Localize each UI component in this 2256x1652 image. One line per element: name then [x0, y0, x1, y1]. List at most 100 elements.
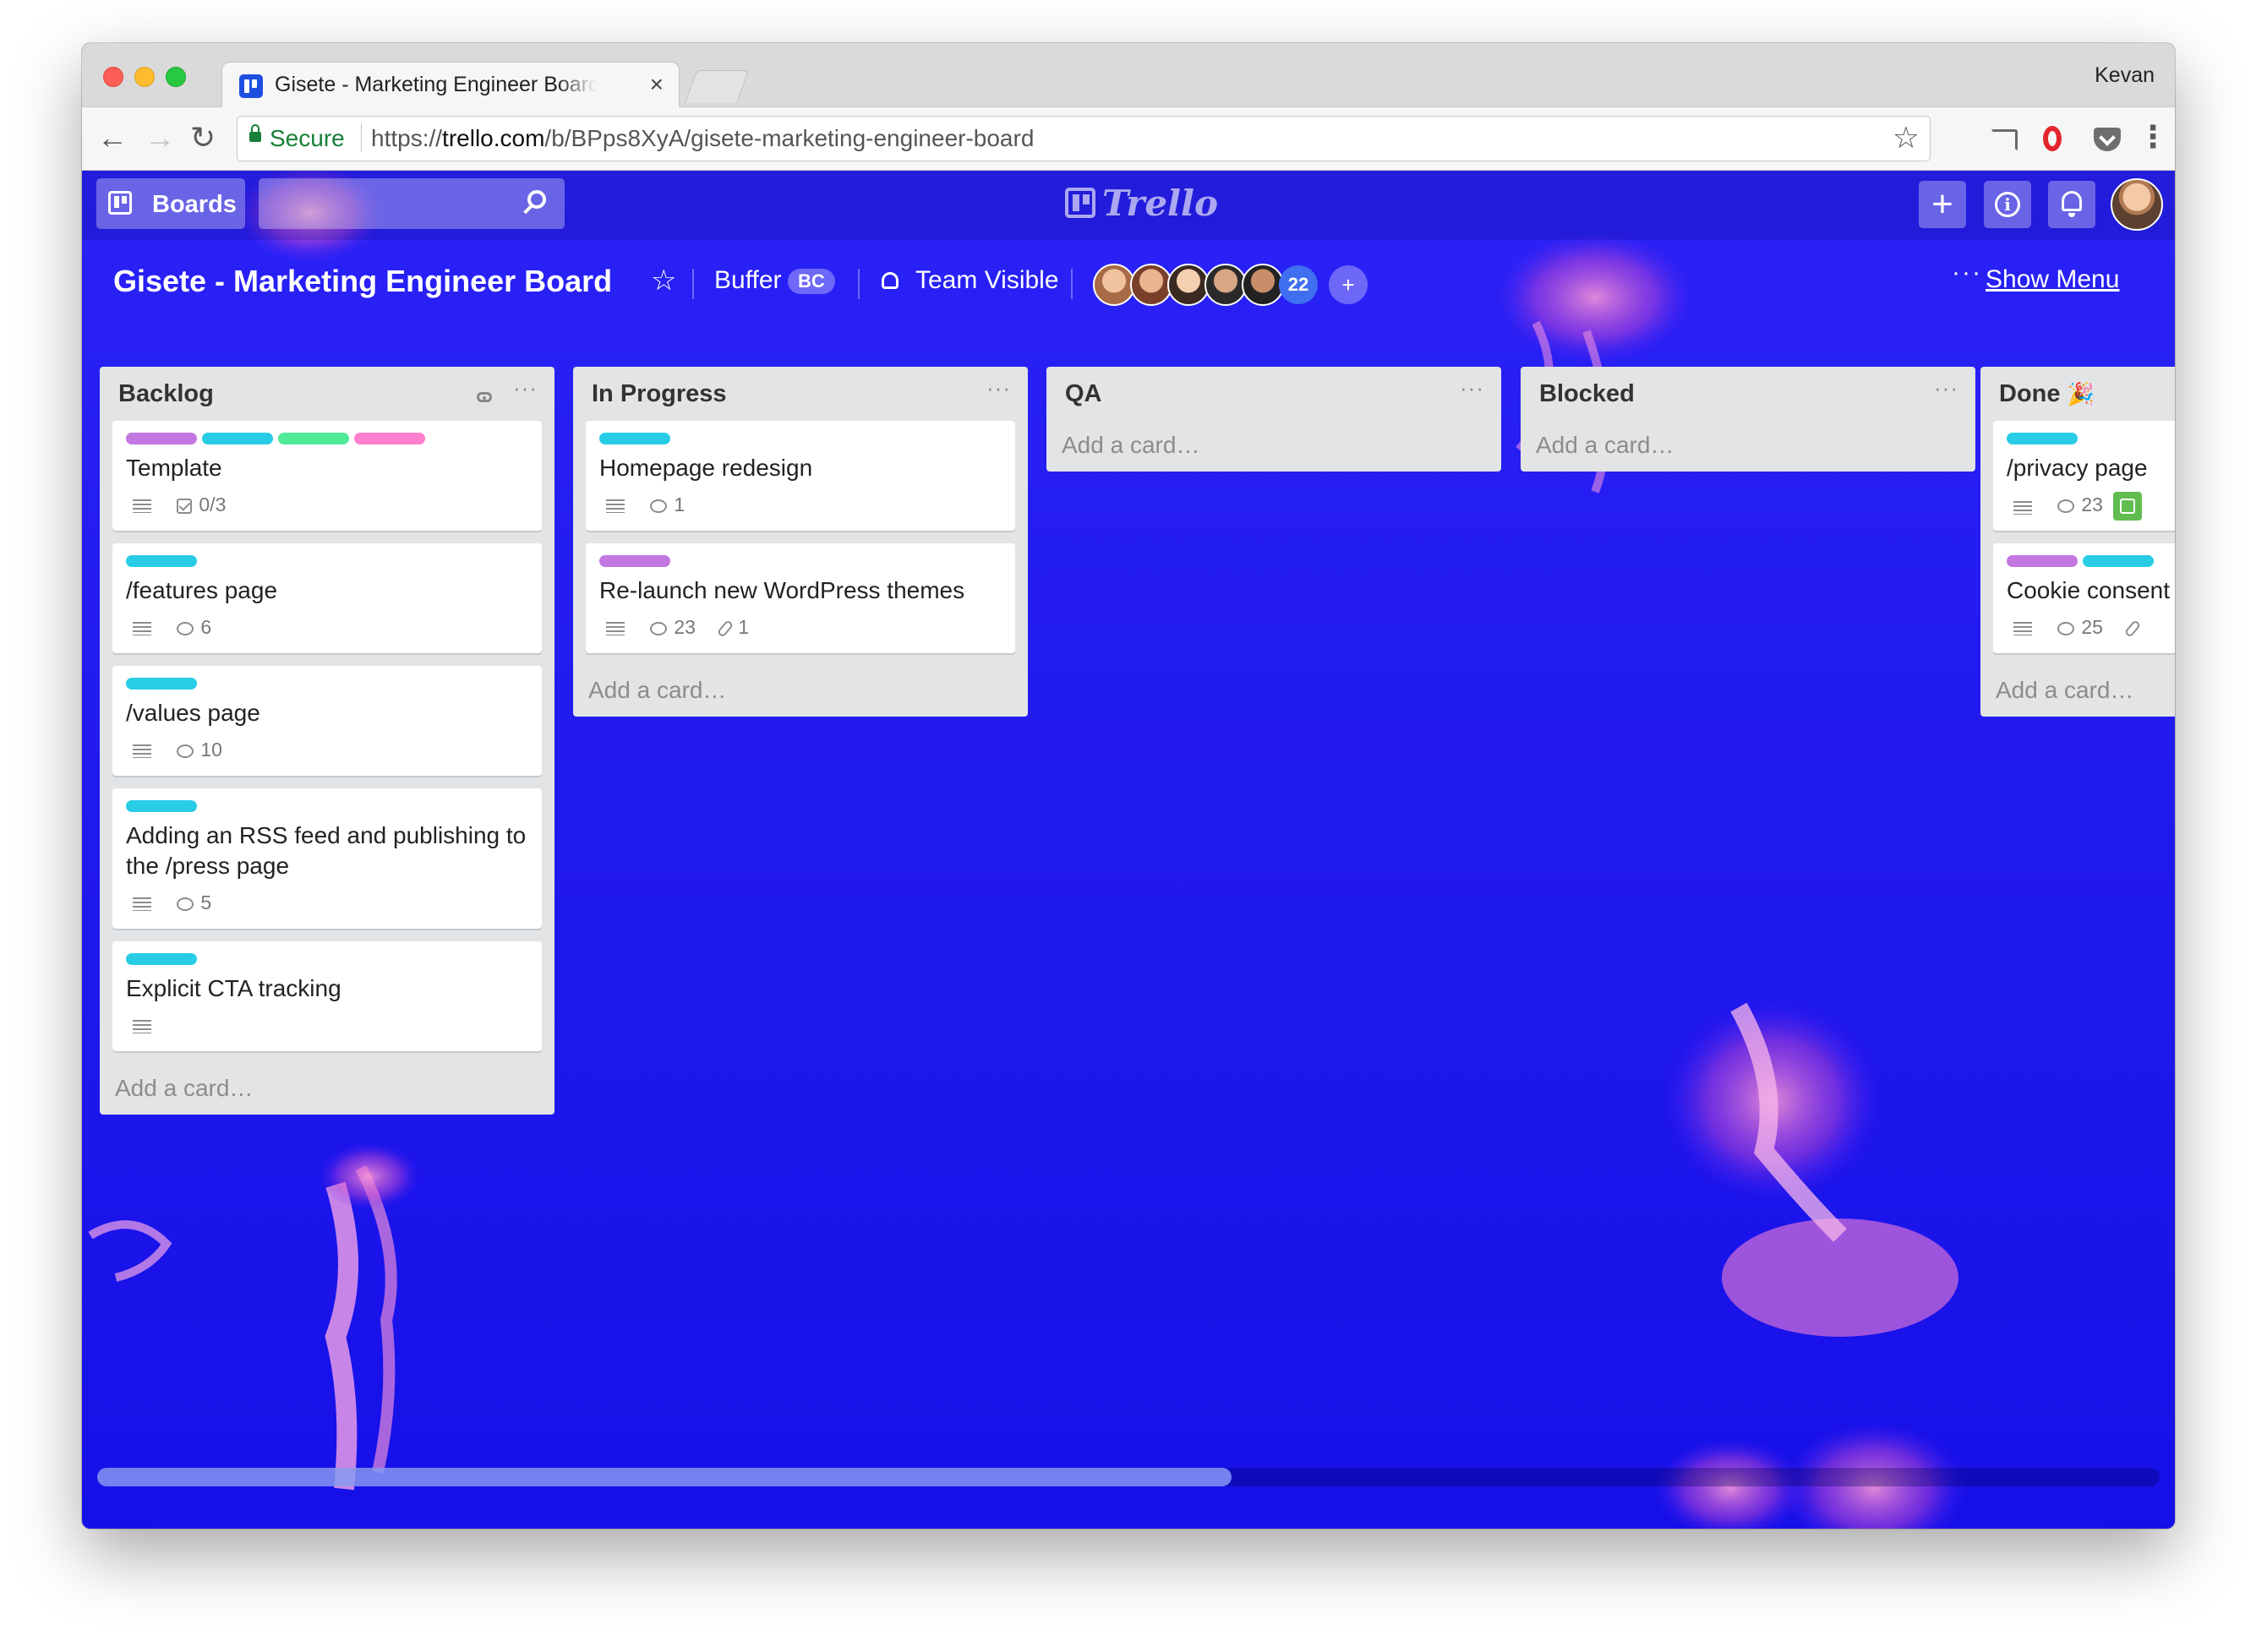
cast-icon[interactable]: [1991, 129, 2018, 151]
member-avatar[interactable]: [1130, 264, 1172, 306]
list-menu-icon[interactable]: ···: [1460, 375, 1484, 401]
add-card-button[interactable]: Add a card…: [100, 1064, 554, 1115]
label-sky: [2007, 433, 2078, 444]
list-backlog: Backlog ··· Template 0/3 /features page: [100, 367, 554, 1115]
list-menu-icon[interactable]: ···: [986, 375, 1011, 401]
card-title: Adding an RSS feed and publishing to the…: [126, 822, 527, 879]
comment-icon: [2057, 621, 2075, 635]
browser-menu-icon[interactable]: ⋮: [2138, 117, 2168, 156]
opera-extension-icon[interactable]: [2043, 126, 2062, 151]
search-icon[interactable]: [527, 190, 546, 209]
comment-count: 10: [200, 739, 222, 761]
url-text[interactable]: https://trello.com/b/BPps8XyA/gisete-mar…: [371, 125, 1034, 152]
label-sky: [202, 433, 273, 444]
browser-tab[interactable]: Gisete - Marketing Engineer Board ×: [221, 62, 680, 108]
card[interactable]: Cookie consent 25: [1993, 543, 2175, 653]
pocket-extension-icon[interactable]: [2094, 128, 2121, 151]
team-name[interactable]: Buffer: [714, 266, 782, 295]
card-title: /privacy page: [2007, 455, 2148, 481]
card-title: Cookie consent: [2007, 577, 2171, 603]
card[interactable]: /features page 6: [112, 543, 542, 653]
card-labels: [599, 555, 1002, 567]
comment-count: 5: [200, 891, 212, 913]
comment-icon: [177, 897, 194, 911]
list-title[interactable]: In Progress: [592, 380, 727, 408]
list-menu-icon[interactable]: ···: [1934, 375, 1958, 401]
bookmark-star-icon[interactable]: ☆: [1893, 120, 1920, 155]
card-badges: 23 1: [599, 614, 1002, 643]
add-card-button[interactable]: Add a card…: [1980, 666, 2175, 717]
member-avatar[interactable]: [1093, 264, 1135, 306]
window-maximize-button[interactable]: [166, 67, 186, 87]
window-close-button[interactable]: [103, 67, 123, 87]
card-labels: [2007, 433, 2175, 444]
list-title[interactable]: Backlog: [118, 380, 214, 408]
more-dots-icon: ···: [1952, 259, 1982, 286]
label-green: [278, 433, 349, 444]
list-title[interactable]: Done 🎉: [1999, 380, 2095, 408]
scrollbar-thumb[interactable]: [97, 1468, 1232, 1486]
list-header: Backlog ···: [100, 367, 554, 421]
board-horizontal-scrollbar[interactable]: [97, 1468, 2160, 1486]
card-badges: 23: [2007, 492, 2175, 521]
list-in-progress: In Progress ··· Homepage redesign 1 Re-l…: [573, 367, 1028, 717]
list-menu-icon[interactable]: ···: [513, 375, 538, 401]
bell-icon: [2062, 191, 2082, 217]
profile-name[interactable]: Kevan: [2095, 63, 2155, 88]
card-labels: [126, 800, 528, 812]
list-title-text: Done: [1999, 380, 2061, 407]
card[interactable]: Homepage redesign 1: [586, 421, 1015, 531]
list-header: Blocked ···: [1521, 367, 1975, 421]
card[interactable]: Explicit CTA tracking: [112, 941, 542, 1051]
list-title[interactable]: QA: [1065, 380, 1102, 408]
trello-header: Boards Trello + i: [82, 171, 2175, 240]
notifications-button[interactable]: [2048, 181, 2095, 228]
show-menu-link[interactable]: Show Menu: [1986, 265, 2119, 294]
comment-icon: [650, 621, 668, 635]
team-badge[interactable]: BC: [788, 269, 835, 294]
description-icon: [133, 897, 151, 911]
url-separator: [361, 123, 362, 152]
info-button[interactable]: i: [1984, 181, 2031, 228]
new-tab-button[interactable]: [684, 70, 750, 103]
checklist-icon: [177, 498, 193, 514]
card[interactable]: /privacy page 23: [1993, 421, 2175, 531]
card-badges: 5: [126, 890, 528, 919]
card-badges: 25: [2007, 614, 2175, 643]
list-title[interactable]: Blocked: [1539, 380, 1635, 408]
checklist-complete-icon: [2112, 492, 2142, 521]
user-avatar[interactable]: [2111, 178, 2163, 231]
boards-button[interactable]: Boards: [96, 178, 245, 229]
comment-count: 23: [2081, 493, 2103, 516]
add-card-button[interactable]: Add a card…: [1046, 421, 1501, 472]
address-bar[interactable]: Secure https://trello.com/b/BPps8XyA/gis…: [237, 116, 1931, 161]
board-star-icon[interactable]: ☆: [651, 264, 676, 297]
member-avatar[interactable]: [1242, 264, 1284, 306]
card[interactable]: Adding an RSS feed and publishing to the…: [112, 788, 542, 929]
tab-close-icon[interactable]: ×: [650, 71, 664, 98]
window-minimize-button[interactable]: [134, 67, 155, 87]
url-host: trello.com: [442, 125, 545, 151]
search-input[interactable]: [259, 178, 565, 229]
card[interactable]: /values page 10: [112, 666, 542, 776]
description-icon: [2013, 500, 2032, 515]
card[interactable]: Template 0/3: [112, 421, 542, 531]
add-card-button[interactable]: Add a card…: [573, 666, 1028, 717]
board-title[interactable]: Gisete - Marketing Engineer Board: [113, 264, 612, 299]
description-icon: [606, 621, 625, 635]
add-member-button[interactable]: +: [1329, 265, 1368, 304]
member-avatar[interactable]: [1204, 264, 1247, 306]
add-card-button[interactable]: Add a card…: [1521, 421, 1975, 472]
create-button[interactable]: +: [1919, 181, 1966, 228]
card-badges: [126, 1012, 528, 1041]
member-avatar[interactable]: [1167, 264, 1210, 306]
visibility-button[interactable]: Team Visible: [915, 266, 1059, 295]
card[interactable]: Re-launch new WordPress themes 23 1: [586, 543, 1015, 653]
description-icon: [606, 499, 625, 513]
back-button[interactable]: ←: [97, 117, 128, 158]
tab-title: Gisete - Marketing Engineer Board: [275, 73, 596, 96]
comment-icon: [177, 744, 194, 758]
member-count-badge[interactable]: 22: [1279, 265, 1318, 304]
forward-button[interactable]: →: [145, 117, 175, 158]
reload-button[interactable]: ↻: [190, 117, 216, 158]
